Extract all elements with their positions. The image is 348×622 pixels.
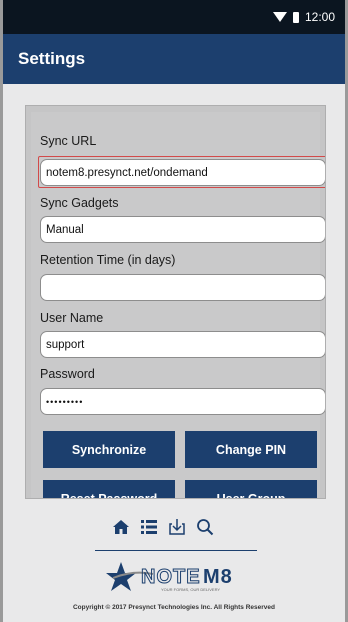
settings-panel: Sync URL notem8.presynct.net/ondemand Sy… [25, 105, 326, 499]
status-bar: 12:00 [3, 0, 345, 34]
app-bar: Settings [3, 34, 345, 84]
list-icon[interactable] [139, 517, 159, 537]
app-frame: 12:00 Settings Sync URL notem8.presynct.… [3, 0, 345, 622]
user-name-input[interactable]: support [40, 331, 325, 358]
svg-text:M8: M8 [203, 566, 233, 588]
home-icon[interactable] [111, 517, 131, 537]
battery-icon [292, 11, 299, 23]
search-icon[interactable] [195, 517, 215, 537]
sync-url-label: Sync URL [40, 134, 97, 148]
synchronize-button[interactable]: Synchronize [43, 431, 175, 468]
change-pin-button[interactable]: Change PIN [185, 431, 317, 468]
svg-text:YOUR FORMS, OUR DELIVERY: YOUR FORMS, OUR DELIVERY [161, 587, 220, 592]
sync-gadgets-value: Manual [46, 223, 84, 236]
settings-content: Sync URL notem8.presynct.net/ondemand Sy… [3, 84, 345, 622]
status-time: 12:00 [304, 10, 335, 24]
svg-text:NOTE: NOTE [141, 566, 201, 588]
footer-nav [111, 516, 215, 538]
settings-form: Sync URL notem8.presynct.net/ondemand Sy… [31, 112, 325, 498]
sync-gadgets-label: Sync Gadgets [40, 196, 119, 210]
user-name-label: User Name [40, 311, 104, 325]
notem8-logo: NOTE M8 YOUR FORMS, OUR DELIVERY [103, 556, 263, 596]
sync-url-value: notem8.presynct.net/ondemand [46, 166, 208, 179]
footer-divider [95, 550, 257, 551]
retention-time-label: Retention Time (in days) [40, 253, 176, 267]
user-group-button[interactable]: User Group [185, 480, 317, 498]
wifi-icon [272, 12, 287, 22]
copyright-text: Copyright © 2017 Presynct Technologies I… [72, 604, 275, 611]
password-label: Password [40, 367, 95, 381]
sync-url-input[interactable]: notem8.presynct.net/ondemand [40, 159, 325, 186]
user-name-value: support [46, 338, 85, 351]
password-input[interactable]: ••••••••• [40, 388, 325, 415]
retention-time-input[interactable] [40, 274, 325, 301]
sync-gadgets-input[interactable]: Manual [40, 216, 325, 243]
reset-password-button[interactable]: Reset Password [43, 480, 175, 498]
password-value: ••••••••• [46, 396, 84, 407]
page-title: Settings [18, 49, 86, 68]
download-icon[interactable] [167, 517, 187, 537]
